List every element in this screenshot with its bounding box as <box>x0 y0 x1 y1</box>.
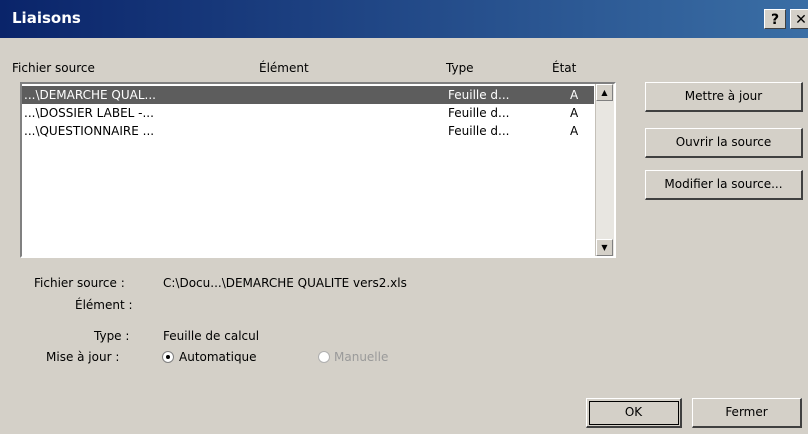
link-state: A <box>570 124 579 138</box>
title-bar[interactable]: Liaisons ? ✕ <box>0 0 808 38</box>
element-label: Élément : <box>75 298 133 312</box>
column-header-element: Élément <box>259 61 309 75</box>
source-file-label: Fichier source : <box>34 276 125 290</box>
list-item[interactable]: ...\QUESTIONNAIRE ... Feuille d... A <box>22 122 594 140</box>
link-file: ...\QUESTIONNAIRE ... <box>24 124 155 138</box>
link-file: ...\DOSSIER LABEL -... <box>24 106 154 120</box>
link-type: Feuille d... <box>448 88 510 102</box>
list-item[interactable]: ...\DEMARCHE QUAL... Feuille d... A <box>22 86 594 104</box>
type-value: Feuille de calcul <box>163 329 260 343</box>
link-file: ...\DEMARCHE QUAL... <box>24 88 156 102</box>
update-now-button[interactable]: Mettre à jour <box>645 82 803 112</box>
source-file-value: C:\Docu...\DEMARCHE QUALITE vers2.xls <box>163 276 407 290</box>
open-source-button[interactable]: Ouvrir la source <box>645 128 803 158</box>
column-header-type: Type <box>446 61 474 75</box>
change-source-button[interactable]: Modifier la source... <box>645 170 803 200</box>
link-state: A <box>570 88 579 102</box>
update-mode-label: Mise à jour : <box>46 350 120 364</box>
dialog-title: Liaisons <box>12 9 81 27</box>
help-icon[interactable]: ? <box>764 9 786 29</box>
link-state: A <box>570 106 579 120</box>
scroll-up-arrow-icon[interactable]: ▲ <box>596 84 613 101</box>
radio-automatic-label[interactable]: Automatique <box>179 350 257 364</box>
type-label: Type : <box>94 329 130 343</box>
ok-button[interactable]: OK <box>586 398 682 428</box>
radio-manual-label: Manuelle <box>334 350 389 364</box>
list-item[interactable]: ...\DOSSIER LABEL -... Feuille d... A <box>22 104 594 122</box>
list-scrollbar[interactable]: ▲ ▼ <box>595 84 614 256</box>
close-button[interactable]: Fermer <box>692 398 802 428</box>
radio-manual <box>318 351 330 363</box>
column-header-file: Fichier source <box>12 61 95 75</box>
link-type: Feuille d... <box>448 106 510 120</box>
links-dialog: Liaisons ? ✕ Fichier source Élément Type… <box>0 0 808 434</box>
link-type: Feuille d... <box>448 124 510 138</box>
column-header-state: État <box>552 61 577 75</box>
close-icon[interactable]: ✕ <box>790 9 808 29</box>
links-list[interactable]: ...\DEMARCHE QUAL... Feuille d... A ...\… <box>20 82 616 258</box>
scroll-down-arrow-icon[interactable]: ▼ <box>596 239 613 256</box>
radio-automatic[interactable] <box>162 351 174 363</box>
